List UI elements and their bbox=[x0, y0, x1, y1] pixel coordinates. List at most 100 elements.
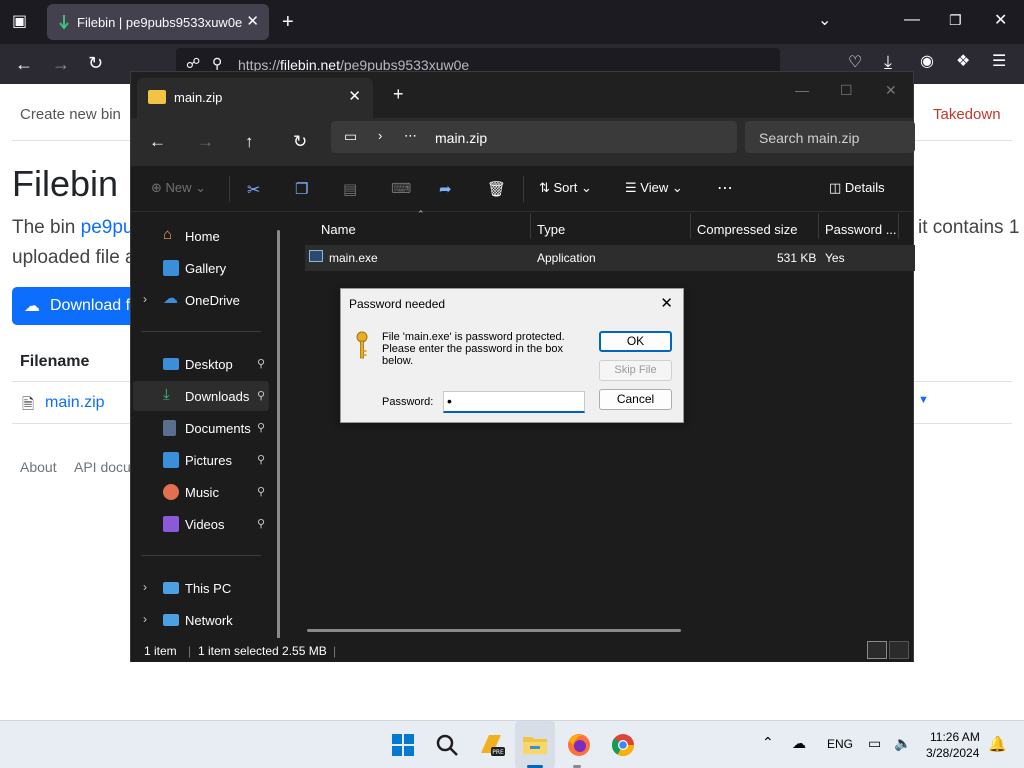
copilot-pre-icon[interactable]: PRE bbox=[475, 729, 507, 761]
nav-item-desktop[interactable]: Desktop ⚲ bbox=[133, 349, 269, 379]
chrome-icon[interactable] bbox=[607, 729, 639, 761]
up-arrow-icon[interactable]: ↑ bbox=[245, 132, 254, 152]
minimize-window-icon[interactable]: — bbox=[795, 82, 809, 98]
view-button[interactable]: ☰ View ⌄ bbox=[625, 180, 683, 196]
column-separator[interactable] bbox=[898, 213, 899, 239]
column-separator[interactable] bbox=[690, 213, 691, 239]
clock-time[interactable]: 11:26 AM bbox=[930, 730, 980, 744]
nav-item-this-pc[interactable]: › This PC bbox=[133, 573, 269, 603]
nav-item-home[interactable]: ⌂ Home bbox=[133, 221, 269, 251]
explorer-tab-main-zip[interactable]: main.zip ✕ bbox=[137, 78, 373, 118]
pocket-icon[interactable]: ♡ bbox=[848, 55, 862, 71]
file-row-main-exe[interactable]: main.exe Application 531 KB Yes bbox=[305, 245, 915, 271]
takedown-link[interactable]: Takedown bbox=[933, 106, 1001, 123]
menu-icon[interactable]: ☰ bbox=[992, 54, 1006, 70]
search-input[interactable]: Search main.zip bbox=[745, 121, 915, 153]
sort-button[interactable]: ⇅ Sort ⌄ bbox=[539, 180, 592, 196]
shield-icon[interactable]: ☍ bbox=[186, 56, 200, 70]
dropdown-caret-icon[interactable]: ▼ bbox=[918, 394, 929, 406]
about-link[interactable]: About bbox=[20, 459, 57, 475]
browser-tab-filebin[interactable]: Filebin | pe9pubs9533xuw0e ✕ bbox=[47, 4, 269, 40]
list-tabs-chevron-icon[interactable]: ⌄ bbox=[818, 13, 831, 29]
ok-button[interactable]: OK bbox=[599, 331, 672, 352]
column-separator[interactable] bbox=[818, 213, 819, 239]
clock-date[interactable]: 3/28/2024 bbox=[926, 746, 979, 760]
language-indicator[interactable]: ENG bbox=[827, 737, 853, 751]
create-new-bin-link[interactable]: Create new bin bbox=[20, 106, 121, 123]
column-header-compressed-size[interactable]: Compressed size bbox=[697, 222, 797, 237]
nav-item-onedrive[interactable]: › ☁ OneDrive bbox=[133, 285, 269, 315]
new-tab-icon[interactable]: + bbox=[282, 12, 294, 32]
volume-muted-icon[interactable]: 🔈 bbox=[894, 735, 911, 752]
breadcrumb-more-icon[interactable]: ⋯ bbox=[404, 128, 417, 144]
nav-item-documents[interactable]: Documents ⚲ bbox=[133, 413, 269, 443]
close-dialog-icon[interactable]: ✕ bbox=[660, 294, 673, 312]
nav-item-pictures[interactable]: Pictures ⚲ bbox=[133, 445, 269, 475]
close-tab-icon[interactable]: ✕ bbox=[246, 12, 259, 30]
file-explorer-taskbar-button[interactable] bbox=[515, 721, 555, 768]
nav-item-videos[interactable]: Videos ⚲ bbox=[133, 509, 269, 539]
nav-item-network[interactable]: › Network bbox=[133, 605, 269, 635]
rename-icon[interactable]: ⌨ bbox=[391, 180, 411, 197]
minimize-window-icon[interactable]: — bbox=[904, 12, 920, 28]
column-header-name[interactable]: Name bbox=[321, 222, 356, 237]
nav-scrollbar[interactable] bbox=[277, 230, 280, 652]
skip-file-button[interactable]: Skip File bbox=[599, 360, 672, 381]
cancel-button[interactable]: Cancel bbox=[599, 389, 672, 410]
show-hidden-icons-chevron-icon[interactable]: ⌃ bbox=[762, 734, 774, 751]
share-icon[interactable]: ➦ bbox=[439, 180, 452, 198]
network-disconnected-icon[interactable]: ☁ bbox=[792, 735, 806, 752]
notification-bell-icon[interactable]: 🔔 bbox=[988, 735, 1007, 753]
bin-link[interactable]: pe9pu bbox=[81, 217, 134, 238]
firefox-view-icon[interactable]: ▣ bbox=[12, 14, 27, 30]
column-header-password[interactable]: Password ... bbox=[825, 222, 897, 237]
breadcrumb-current[interactable]: main.zip bbox=[435, 130, 487, 146]
new-button[interactable]: ⊕ New ⌄ bbox=[151, 180, 206, 196]
horizontal-scrollbar[interactable] bbox=[307, 629, 681, 632]
reload-icon[interactable]: ↻ bbox=[88, 54, 103, 72]
nav-item-downloads[interactable]: ⤓ Downloads ⚲ bbox=[133, 381, 269, 411]
back-icon[interactable]: ← bbox=[149, 132, 166, 152]
restore-window-icon[interactable]: ❐ bbox=[949, 13, 962, 27]
firefox-icon[interactable] bbox=[563, 729, 595, 761]
tiles-view-toggle-icon[interactable] bbox=[889, 641, 909, 659]
windows-start-icon[interactable] bbox=[387, 729, 419, 761]
close-window-icon[interactable]: ✕ bbox=[885, 82, 897, 99]
forward-icon[interactable]: → bbox=[52, 55, 70, 73]
expand-chevron-icon[interactable]: › bbox=[143, 580, 147, 594]
main-zip-link[interactable]: main.zip bbox=[45, 394, 105, 412]
more-options-icon[interactable]: ⋯ bbox=[717, 178, 733, 198]
cut-icon[interactable]: ✂ bbox=[247, 180, 260, 200]
copy-icon[interactable]: ❐ bbox=[295, 180, 308, 198]
forward-icon[interactable]: → bbox=[197, 132, 214, 152]
column-header-type[interactable]: Type bbox=[537, 222, 565, 237]
close-tab-icon[interactable]: ✕ bbox=[348, 87, 361, 105]
paste-icon[interactable]: ▤ bbox=[343, 180, 357, 198]
account-icon[interactable]: ◉ bbox=[920, 54, 934, 70]
search-icon[interactable] bbox=[431, 729, 463, 761]
new-tab-icon[interactable]: + bbox=[393, 84, 404, 105]
expand-chevron-icon[interactable]: › bbox=[143, 612, 147, 626]
display-icon[interactable]: ▭ bbox=[868, 735, 881, 752]
close-window-icon[interactable]: ✕ bbox=[994, 13, 1007, 29]
extensions-icon[interactable]: ❖ bbox=[956, 54, 970, 70]
refresh-icon[interactable]: ↻ bbox=[293, 132, 307, 152]
details-view-toggle-icon[interactable] bbox=[867, 641, 887, 659]
downloads-icon[interactable]: ⤓ bbox=[884, 53, 892, 71]
nav-item-gallery[interactable]: Gallery bbox=[133, 253, 269, 283]
file-compressed-size: 531 KB bbox=[777, 251, 817, 265]
breadcrumb-chevron-icon[interactable]: › bbox=[378, 128, 382, 143]
details-button[interactable]: ◫ Details bbox=[829, 180, 885, 196]
address-bar[interactable]: ▭ › ⋯ main.zip bbox=[331, 121, 737, 153]
lock-icon[interactable]: ⚲ bbox=[212, 56, 222, 70]
api-docs-link[interactable]: API docu bbox=[74, 459, 131, 475]
pin-icon: ⚲ bbox=[257, 486, 266, 498]
back-icon[interactable]: ← bbox=[15, 55, 33, 73]
nav-item-music[interactable]: Music ⚲ bbox=[133, 477, 269, 507]
delete-icon[interactable]: 🗑 bbox=[487, 180, 506, 198]
maximize-window-icon[interactable]: ☐ bbox=[840, 82, 853, 99]
download-button[interactable]: ☁ Download f bbox=[12, 287, 130, 325]
column-separator[interactable] bbox=[530, 213, 531, 239]
expand-chevron-icon[interactable]: › bbox=[143, 292, 147, 306]
password-input[interactable]: • bbox=[443, 391, 585, 413]
